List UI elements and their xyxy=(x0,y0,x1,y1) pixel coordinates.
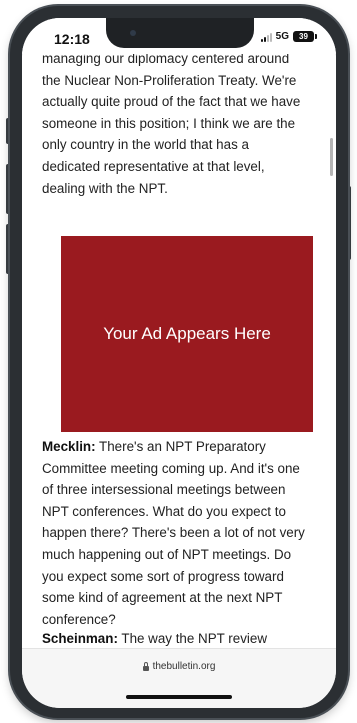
line: only country in the world that has a xyxy=(42,137,249,153)
address-bar[interactable]: thebulletin.org xyxy=(22,661,336,672)
ad-banner[interactable]: Your Ad Appears Here xyxy=(61,236,313,432)
signal-icon xyxy=(260,32,272,42)
answer-speaker: Scheinman: xyxy=(42,631,118,646)
line: dealing with the NPT. xyxy=(42,180,168,196)
line: the Nuclear Non-Proliferation Treaty. We… xyxy=(42,72,297,88)
line: you expect some sort of progress toward xyxy=(42,568,284,584)
article-paragraph: managing our diplomacy centered around t… xyxy=(42,48,322,199)
line: dedicated representative at that level, xyxy=(42,158,265,174)
phone-screen: managing our diplomacy centered around t… xyxy=(22,18,336,708)
question-speaker: Mecklin: xyxy=(42,439,96,454)
url-text: thebulletin.org xyxy=(152,661,216,672)
line: conference? xyxy=(42,611,116,627)
scroll-indicator[interactable] xyxy=(330,138,333,176)
camera-icon xyxy=(130,30,136,36)
notch xyxy=(106,18,254,48)
line: Committee meeting coming up. And it's on… xyxy=(42,460,300,476)
status-icons: 5G 39 xyxy=(260,31,317,42)
answer-text: The way the NPT review xyxy=(117,631,268,646)
line: some kind of agreement at the next NPT xyxy=(42,590,283,606)
home-indicator[interactable] xyxy=(126,695,232,699)
line: happen there? There's been a lot of not … xyxy=(42,525,305,541)
lock-icon xyxy=(142,661,149,671)
line: of three intersessional meetings between xyxy=(42,482,286,498)
status-time: 12:18 xyxy=(54,31,90,47)
answer-paragraph: Scheinman: The way the NPT review xyxy=(42,628,322,648)
line: much happening out of NPT meetings. Do xyxy=(42,546,292,562)
line: someone in this position; I think we are… xyxy=(42,115,296,131)
network-type: 5G xyxy=(275,31,289,42)
article-content[interactable]: managing our diplomacy centered around t… xyxy=(22,18,336,648)
line: NPT conferences. What do you expect to xyxy=(42,503,286,519)
line: There's an NPT Preparatory xyxy=(95,439,266,454)
browser-bottom-bar: thebulletin.org xyxy=(22,648,336,708)
page: managing our diplomacy centered around t… xyxy=(0,0,357,723)
line: actually quite proud of the fact that we… xyxy=(42,94,301,110)
ad-text: Your Ad Appears Here xyxy=(103,324,271,343)
battery-icon: 39 xyxy=(293,31,317,42)
question-paragraph: Mecklin: There's an NPT Preparatory Comm… xyxy=(42,436,322,630)
